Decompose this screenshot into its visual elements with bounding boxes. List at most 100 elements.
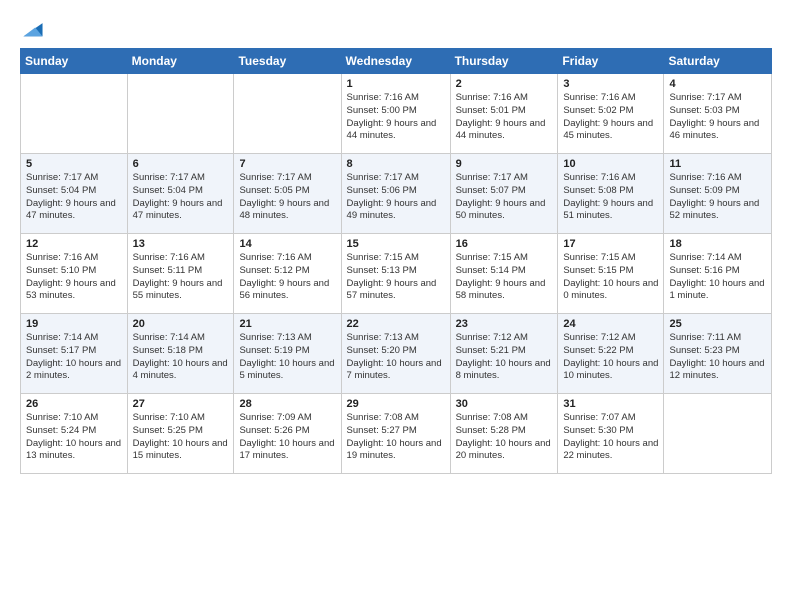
weekday-header-thursday: Thursday: [450, 49, 558, 74]
day-number: 13: [133, 238, 229, 250]
calendar-cell: 6Sunrise: 7:17 AM Sunset: 5:04 PM Daylig…: [127, 154, 234, 234]
calendar-week-row: 1 Sunrise: 7:16 AM Sunset: 5:00 PM Daylig…: [21, 74, 772, 154]
calendar-cell: 7 Sunrise: 7:17 AM Sunset: 5:05 PM Daylig…: [234, 154, 341, 234]
weekday-header-friday: Friday: [558, 49, 664, 74]
day-number: 30: [456, 398, 553, 410]
calendar-cell: 27Sunrise: 7:10 AM Sunset: 5:25 PM Dayli…: [127, 394, 234, 474]
calendar-week-row: 12 Sunrise: 7:16 AM Sunset: 5:10 PM Dayli…: [21, 234, 772, 314]
cell-content: Sunrise: 7:07 AM Sunset: 5:30 PM Dayligh…: [563, 412, 658, 463]
cell-content: Sunrise: 7:17 AM Sunset: 5:05 PM Dayligh…: [239, 172, 335, 223]
cell-content: Sunrise: 7:14 AM Sunset: 5:18 PM Dayligh…: [133, 332, 229, 383]
cell-content: Sunrise: 7:15 AM Sunset: 5:14 PM Dayligh…: [456, 252, 553, 303]
calendar-cell: 14 Sunrise: 7:16 AM Sunset: 5:12 PM Dayli…: [234, 234, 341, 314]
day-number: 3: [563, 78, 658, 90]
calendar-cell: 5Sunrise: 7:17 AM Sunset: 5:04 PM Daylig…: [21, 154, 128, 234]
day-number: 6: [133, 158, 229, 170]
day-number: 8: [347, 158, 445, 170]
weekday-header-tuesday: Tuesday: [234, 49, 341, 74]
calendar-cell: 12 Sunrise: 7:16 AM Sunset: 5:10 PM Dayli…: [21, 234, 128, 314]
day-number: 21: [239, 318, 335, 330]
calendar-cell: 19 Sunrise: 7:14 AM Sunset: 5:17 PM Dayli…: [21, 314, 128, 394]
day-number: 2: [456, 78, 553, 90]
day-number: 17: [563, 238, 658, 250]
day-number: 11: [669, 158, 766, 170]
cell-content: Sunrise: 7:16 AM Sunset: 5:00 PM Dayligh…: [347, 92, 445, 143]
calendar-cell: [664, 394, 772, 474]
calendar-cell: 2 Sunrise: 7:16 AM Sunset: 5:01 PM Daylig…: [450, 74, 558, 154]
cell-content: Sunrise: 7:13 AM Sunset: 5:20 PM Dayligh…: [347, 332, 445, 383]
weekday-header-row: SundayMondayTuesdayWednesdayThursdayFrid…: [21, 49, 772, 74]
day-number: 28: [239, 398, 335, 410]
weekday-header-monday: Monday: [127, 49, 234, 74]
cell-content: Sunrise: 7:17 AM Sunset: 5:06 PM Dayligh…: [347, 172, 445, 223]
calendar-cell: [21, 74, 128, 154]
cell-content: Sunrise: 7:14 AM Sunset: 5:16 PM Dayligh…: [669, 252, 766, 303]
cell-content: Sunrise: 7:17 AM Sunset: 5:03 PM Dayligh…: [669, 92, 766, 143]
calendar-cell: 30 Sunrise: 7:08 AM Sunset: 5:28 PM Dayli…: [450, 394, 558, 474]
calendar-cell: 11 Sunrise: 7:16 AM Sunset: 5:09 PM Dayli…: [664, 154, 772, 234]
calendar-cell: 13 Sunrise: 7:16 AM Sunset: 5:11 PM Dayli…: [127, 234, 234, 314]
cell-content: Sunrise: 7:16 AM Sunset: 5:01 PM Dayligh…: [456, 92, 553, 143]
calendar: SundayMondayTuesdayWednesdayThursdayFrid…: [20, 48, 772, 474]
cell-content: Sunrise: 7:16 AM Sunset: 5:11 PM Dayligh…: [133, 252, 229, 303]
cell-content: Sunrise: 7:14 AM Sunset: 5:17 PM Dayligh…: [26, 332, 122, 383]
calendar-cell: 18 Sunrise: 7:14 AM Sunset: 5:16 PM Dayli…: [664, 234, 772, 314]
day-number: 22: [347, 318, 445, 330]
day-number: 24: [563, 318, 658, 330]
day-number: 25: [669, 318, 766, 330]
cell-content: Sunrise: 7:12 AM Sunset: 5:22 PM Dayligh…: [563, 332, 658, 383]
day-number: 14: [239, 238, 335, 250]
calendar-cell: 4 Sunrise: 7:17 AM Sunset: 5:03 PM Daylig…: [664, 74, 772, 154]
cell-content: Sunrise: 7:17 AM Sunset: 5:04 PM Dayligh…: [26, 172, 122, 223]
cell-content: Sunrise: 7:09 AM Sunset: 5:26 PM Dayligh…: [239, 412, 335, 463]
day-number: 10: [563, 158, 658, 170]
cell-content: Sunrise: 7:16 AM Sunset: 5:09 PM Dayligh…: [669, 172, 766, 223]
day-number: 29: [347, 398, 445, 410]
day-number: 9: [456, 158, 553, 170]
calendar-cell: 21 Sunrise: 7:13 AM Sunset: 5:19 PM Dayli…: [234, 314, 341, 394]
calendar-cell: 25 Sunrise: 7:11 AM Sunset: 5:23 PM Dayli…: [664, 314, 772, 394]
logo-icon: [22, 18, 44, 40]
calendar-cell: [234, 74, 341, 154]
day-number: 16: [456, 238, 553, 250]
calendar-cell: 24 Sunrise: 7:12 AM Sunset: 5:22 PM Dayli…: [558, 314, 664, 394]
day-number: 1: [347, 78, 445, 90]
calendar-cell: 26Sunrise: 7:10 AM Sunset: 5:24 PM Dayli…: [21, 394, 128, 474]
cell-content: Sunrise: 7:08 AM Sunset: 5:28 PM Dayligh…: [456, 412, 553, 463]
logo: [20, 18, 44, 40]
calendar-cell: 22 Sunrise: 7:13 AM Sunset: 5:20 PM Dayli…: [341, 314, 450, 394]
calendar-cell: 28 Sunrise: 7:09 AM Sunset: 5:26 PM Dayli…: [234, 394, 341, 474]
cell-content: Sunrise: 7:15 AM Sunset: 5:15 PM Dayligh…: [563, 252, 658, 303]
day-number: 12: [26, 238, 122, 250]
day-number: 23: [456, 318, 553, 330]
day-number: 20: [133, 318, 229, 330]
day-number: 19: [26, 318, 122, 330]
calendar-cell: 9Sunrise: 7:17 AM Sunset: 5:07 PM Daylig…: [450, 154, 558, 234]
day-number: 7: [239, 158, 335, 170]
day-number: 18: [669, 238, 766, 250]
calendar-cell: 1 Sunrise: 7:16 AM Sunset: 5:00 PM Daylig…: [341, 74, 450, 154]
cell-content: Sunrise: 7:10 AM Sunset: 5:25 PM Dayligh…: [133, 412, 229, 463]
calendar-cell: 3 Sunrise: 7:16 AM Sunset: 5:02 PM Daylig…: [558, 74, 664, 154]
day-number: 15: [347, 238, 445, 250]
cell-content: Sunrise: 7:16 AM Sunset: 5:02 PM Dayligh…: [563, 92, 658, 143]
calendar-cell: 20 Sunrise: 7:14 AM Sunset: 5:18 PM Dayli…: [127, 314, 234, 394]
header: [20, 18, 772, 40]
weekday-header-wednesday: Wednesday: [341, 49, 450, 74]
cell-content: Sunrise: 7:13 AM Sunset: 5:19 PM Dayligh…: [239, 332, 335, 383]
cell-content: Sunrise: 7:10 AM Sunset: 5:24 PM Dayligh…: [26, 412, 122, 463]
calendar-week-row: 26Sunrise: 7:10 AM Sunset: 5:24 PM Dayli…: [21, 394, 772, 474]
calendar-week-row: 19 Sunrise: 7:14 AM Sunset: 5:17 PM Dayli…: [21, 314, 772, 394]
calendar-cell: 8 Sunrise: 7:17 AM Sunset: 5:06 PM Daylig…: [341, 154, 450, 234]
cell-content: Sunrise: 7:12 AM Sunset: 5:21 PM Dayligh…: [456, 332, 553, 383]
calendar-cell: [127, 74, 234, 154]
weekday-header-saturday: Saturday: [664, 49, 772, 74]
cell-content: Sunrise: 7:16 AM Sunset: 5:10 PM Dayligh…: [26, 252, 122, 303]
day-number: 4: [669, 78, 766, 90]
cell-content: Sunrise: 7:11 AM Sunset: 5:23 PM Dayligh…: [669, 332, 766, 383]
cell-content: Sunrise: 7:08 AM Sunset: 5:27 PM Dayligh…: [347, 412, 445, 463]
calendar-cell: 29 Sunrise: 7:08 AM Sunset: 5:27 PM Dayli…: [341, 394, 450, 474]
cell-content: Sunrise: 7:15 AM Sunset: 5:13 PM Dayligh…: [347, 252, 445, 303]
cell-content: Sunrise: 7:16 AM Sunset: 5:12 PM Dayligh…: [239, 252, 335, 303]
day-number: 31: [563, 398, 658, 410]
